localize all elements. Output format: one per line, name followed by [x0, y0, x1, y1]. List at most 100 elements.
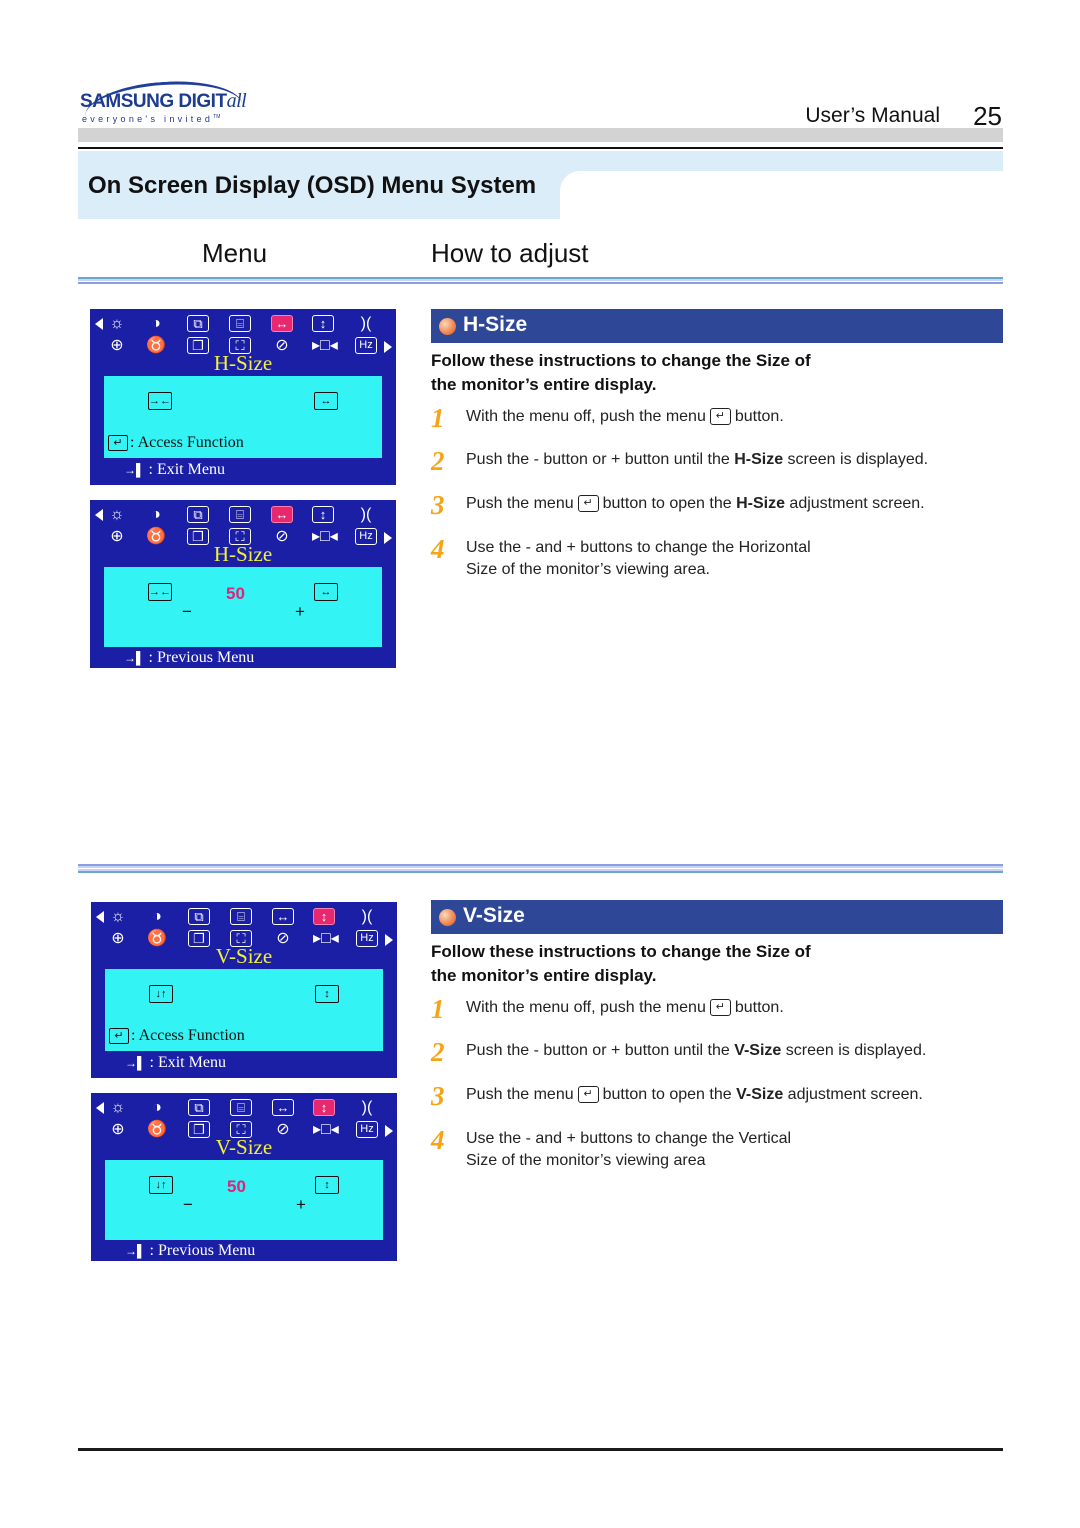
step-text-line-1: Use the - and + buttons to change the Ho… — [466, 539, 811, 556]
column-heading-menu: Menu — [202, 238, 268, 268]
section-header-title: H-Size — [463, 313, 528, 336]
step-text: Use the - and + buttons to change the Ho… — [466, 537, 811, 581]
access-function-label: : Access Function — [130, 434, 244, 451]
h-size-icon[interactable]: ↔ — [272, 908, 294, 925]
h-size-icon[interactable]: ↔ — [272, 1099, 294, 1116]
brightness-icon[interactable]: ☼ — [107, 1099, 129, 1117]
step-number: 3 — [431, 490, 445, 520]
contrast-icon[interactable]: ◑ — [145, 506, 167, 524]
pincushion-icon[interactable]: )( — [356, 1099, 378, 1117]
exit-menu-hint: →▌: Exit Menu — [124, 461, 225, 479]
expand-vertical-icon: ↕ — [315, 1176, 339, 1194]
footer-rule — [78, 1448, 1003, 1451]
brightness-icon[interactable]: ☼ — [107, 908, 129, 926]
osd-left-arrow-icon[interactable] — [96, 911, 104, 923]
step-bold-term: H-Size — [734, 451, 784, 468]
column-heading-how-to-adjust: How to adjust — [431, 238, 589, 268]
contrast-icon[interactable]: ◑ — [145, 315, 167, 333]
step-number: 2 — [431, 446, 445, 476]
lead-line-1: Follow these instructions to change the … — [431, 351, 811, 370]
column-separator — [78, 277, 1003, 285]
previous-menu-hint: →▌: Previous Menu — [125, 1242, 255, 1260]
bullet-ball-icon — [439, 318, 456, 335]
position-icon[interactable]: ⧉ — [188, 908, 210, 925]
position-icon[interactable]: ⧉ — [187, 315, 209, 332]
osd-left-arrow-icon[interactable] — [95, 509, 103, 521]
step-text: With the menu off, push the menu ↵ button. — [466, 408, 784, 426]
osd-title: H-Size — [213, 351, 273, 375]
osd-value: 50 — [226, 584, 245, 603]
osd-menu-menu: ☼ ◑ ⧉ ⌸ ↔ ↕)(⊕ ♉ ❐ ⛶ ⊘ ▸□◂ Hz V-Size ↓↑ ↕ ↵: Access Fun… — [91, 902, 397, 1078]
expand-horizontal-icon: ↔ — [314, 392, 338, 410]
menu-enter-key-icon: ↵ — [577, 1086, 599, 1104]
osd-adjust-panel: ↓↑ ↕ ↵: Access Function — [105, 969, 383, 1051]
instructions-lead: Follow these instructions to change the … — [431, 940, 811, 988]
decrease-indicator: − — [183, 1195, 193, 1214]
contrast-icon[interactable]: ◑ — [146, 908, 168, 926]
osd-title: V-Size — [215, 944, 273, 968]
section-separator — [78, 864, 1003, 873]
exit-icon: →▌ — [125, 1056, 146, 1070]
step-number: 1 — [431, 403, 445, 433]
v-size-icon[interactable]: ↕ — [313, 1099, 335, 1116]
contrast-icon[interactable]: ◑ — [146, 1099, 168, 1117]
h-size-icon[interactable]: ↔ — [271, 315, 293, 332]
osd-adjust-panel: →← ↔ 50 − + — [104, 567, 382, 647]
step-number: 4 — [431, 1125, 445, 1155]
access-function-label: : Access Function — [131, 1027, 245, 1044]
osd-title: H-Size — [213, 542, 273, 566]
pincushion-icon[interactable]: )( — [355, 506, 377, 524]
enter-key-icon: ↵ — [108, 435, 128, 452]
step-text: Push the menu ↵ button to open the H-Size … — [466, 495, 925, 513]
size-icon[interactable]: ⌸ — [230, 908, 252, 925]
shrink-horizontal-icon: →← — [148, 583, 172, 601]
shrink-vertical-icon: ↓↑ — [149, 985, 173, 1003]
osd-title: V-Size — [215, 1135, 273, 1159]
osd-value: 50 — [227, 1177, 246, 1196]
header-gray-bar — [78, 128, 1003, 142]
brightness-icon[interactable]: ☼ — [106, 315, 128, 333]
step-number: 3 — [431, 1081, 445, 1111]
step-bold-term: V-Size — [736, 1086, 784, 1103]
shrink-vertical-icon: ↓↑ — [149, 1176, 173, 1194]
size-icon[interactable]: ⌸ — [229, 315, 251, 332]
v-size-icon[interactable]: ↕ — [312, 506, 334, 523]
exit-icon: →▌ — [124, 463, 145, 477]
step-number: 2 — [431, 1037, 445, 1067]
step-bold-term: V-Size — [734, 1042, 782, 1059]
lead-line-2: the monitor’s entire display. — [431, 966, 657, 985]
exit-icon: →▌ — [124, 651, 145, 665]
page-title: On Screen Display (OSD) Menu System — [88, 172, 537, 199]
osd-left-arrow-icon[interactable] — [96, 1102, 104, 1114]
access-function-hint: ↵: Access Function — [109, 1027, 245, 1045]
step-bold-term: H-Size — [736, 495, 785, 512]
increase-indicator: + — [296, 1195, 306, 1214]
logo-tagline: everyone's invited — [82, 114, 214, 124]
step-text: Push the - button or + button until the … — [466, 1042, 927, 1059]
position-icon[interactable]: ⧉ — [187, 506, 209, 523]
osd-left-arrow-icon[interactable] — [95, 318, 103, 330]
manual-label: User’s Manual — [805, 104, 940, 127]
v-size-icon[interactable]: ↕ — [312, 315, 334, 332]
lead-line-1: Follow these instructions to change the … — [431, 942, 811, 961]
previous-menu-label: : Previous Menu — [149, 1242, 256, 1259]
size-icon[interactable]: ⌸ — [230, 1099, 252, 1116]
v-size-icon[interactable]: ↕ — [313, 908, 335, 925]
step-text-line-1: Use the - and + buttons to change the Ve… — [466, 1130, 792, 1147]
pincushion-icon[interactable]: )( — [355, 315, 377, 333]
position-icon[interactable]: ⧉ — [188, 1099, 210, 1116]
step-text: With the menu off, push the menu ↵ button. — [466, 999, 784, 1017]
logo-brand-suffix: all — [226, 90, 247, 112]
pincushion-icon[interactable]: )( — [356, 908, 378, 926]
logo-brand: SAMSUNG DIGIT — [80, 91, 227, 112]
h-size-icon[interactable]: ↔ — [271, 506, 293, 523]
menu-enter-key-icon: ↵ — [709, 408, 731, 426]
section-header-title: V-Size — [463, 904, 525, 927]
bullet-ball-icon — [439, 909, 456, 926]
brightness-icon[interactable]: ☼ — [106, 506, 128, 524]
step-number: 1 — [431, 994, 445, 1024]
size-icon[interactable]: ⌸ — [229, 506, 251, 523]
section-header-bar: H-Size — [431, 309, 1003, 343]
lead-line-2: the monitor’s entire display. — [431, 375, 657, 394]
step-text-line-2: Size of the monitor’s viewing area — [466, 1152, 706, 1169]
